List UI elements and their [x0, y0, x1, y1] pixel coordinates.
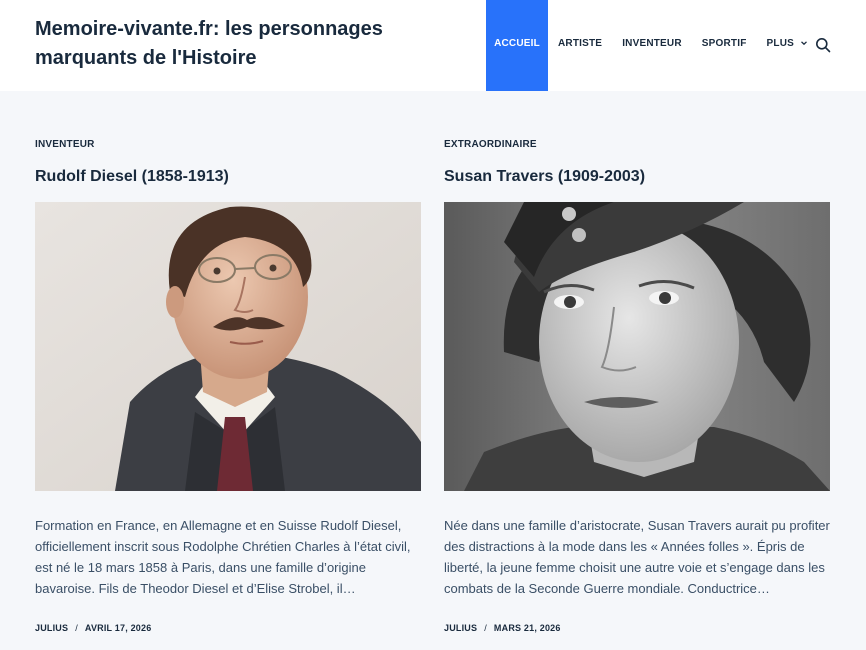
- nav-item-accueil[interactable]: ACCUEIL: [486, 0, 548, 91]
- post-thumbnail[interactable]: [444, 202, 830, 491]
- main-nav: ACCUEIL ARTISTE INVENTEUR SPORTIF PLUS: [486, 0, 808, 91]
- post-card: INVENTEUR Rudolf Diesel (1858-1913) Form…: [35, 139, 421, 633]
- nav-item-artiste[interactable]: ARTISTE: [558, 0, 602, 91]
- nav-item-inventeur[interactable]: INVENTEUR: [622, 0, 682, 91]
- portrait-image: [35, 202, 421, 491]
- post-meta: JULIUS / AVRIL 17, 2026: [35, 623, 421, 633]
- portrait-image: [444, 202, 830, 491]
- post-category[interactable]: INVENTEUR: [35, 139, 421, 153]
- post-excerpt: Née dans une famille d’aristocrate, Susa…: [444, 518, 830, 596]
- nav-item-plus[interactable]: PLUS: [767, 0, 808, 91]
- post-meta: JULIUS / MARS 21, 2026: [444, 623, 830, 633]
- meta-separator: /: [75, 623, 78, 633]
- post-author[interactable]: JULIUS: [444, 623, 477, 633]
- post-thumbnail[interactable]: [35, 202, 421, 491]
- post-card: EXTRAORDINAIRE Susan Travers (1909-2003): [444, 139, 830, 633]
- nav-item-plus-label: PLUS: [766, 38, 795, 49]
- site-title[interactable]: Memoire-vivante.fr: les personnages marq…: [35, 15, 435, 73]
- post-author[interactable]: JULIUS: [35, 623, 68, 633]
- chevron-down-icon: [801, 41, 807, 46]
- search-icon[interactable]: [815, 37, 831, 53]
- nav-item-sportif[interactable]: SPORTIF: [702, 0, 747, 91]
- post-date: MARS 21, 2026: [493, 623, 561, 633]
- site-header: Memoire-vivante.fr: les personnages marq…: [0, 0, 866, 91]
- post-date: AVRIL 17, 2026: [84, 623, 152, 633]
- post-title[interactable]: Susan Travers (1909-2003): [444, 167, 830, 189]
- meta-separator: /: [484, 623, 487, 633]
- post-category[interactable]: EXTRAORDINAIRE: [444, 139, 830, 153]
- post-excerpt: Formation en France, en Allemagne et en …: [35, 518, 411, 596]
- post-title[interactable]: Rudolf Diesel (1858-1913): [35, 167, 421, 189]
